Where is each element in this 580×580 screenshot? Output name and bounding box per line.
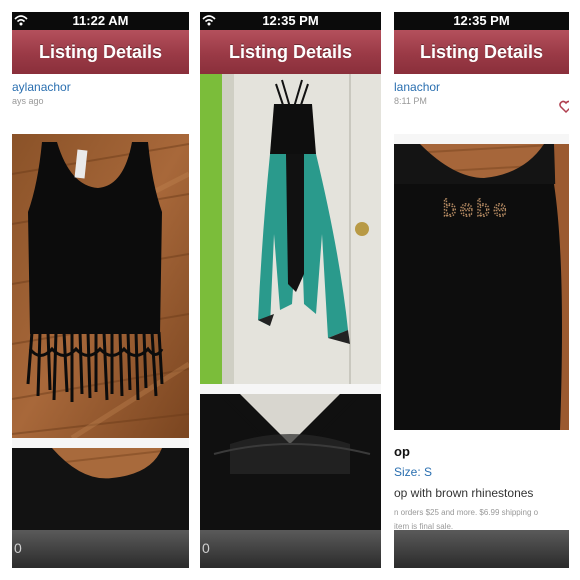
listing-photo-bebe-tank[interactable]: bebe <box>394 144 569 430</box>
seller-username-link[interactable]: aylanachor <box>12 80 71 94</box>
item-title: op <box>394 444 410 459</box>
bebe-rhinestone-tank-photo: bebe <box>394 144 569 430</box>
rhinestone-logo-text: bebe <box>443 197 510 222</box>
listing-info: op Size: S op with brown rhinestones n o… <box>394 430 569 531</box>
status-bar: 11:22 AM <box>12 12 189 30</box>
wifi-icon <box>202 15 216 26</box>
heart-icon[interactable] <box>559 100 569 114</box>
item-size: Size: S <box>394 465 433 479</box>
tab-bar: 0 <box>200 530 381 568</box>
listing-time: ays ago <box>12 96 44 106</box>
listing-photo-tank-back[interactable] <box>12 448 189 530</box>
status-time: 12:35 PM <box>262 13 319 28</box>
seller-row: aylanachor ays ago <box>12 74 189 134</box>
status-bar: 12:35 PM <box>394 12 569 30</box>
wifi-icon <box>14 15 28 26</box>
black-teal-high-low-dress-photo <box>200 74 381 384</box>
status-time: 12:35 PM <box>453 13 510 28</box>
seller-row: lanachor 8:11 PM <box>394 74 569 134</box>
status-bar: 12:35 PM <box>200 12 381 30</box>
tab-bar: 0 <box>12 530 189 568</box>
shipping-note: n orders $25 and more. $6.99 shipping o <box>394 508 539 517</box>
tab-bar <box>394 530 569 568</box>
screenshot-panel-2: 12:35 PM Listing Details 0 <box>200 12 381 568</box>
tab-bar-icon[interactable]: 0 <box>14 540 22 556</box>
screenshot-panel-3: 12:35 PM Listing Details lanachor 8:11 P… <box>394 12 569 568</box>
listing-photo-high-low-dress[interactable] <box>200 74 381 384</box>
nav-title: Listing Details <box>12 30 189 75</box>
strappy-back-detail-photo <box>200 394 381 530</box>
seller-username-link[interactable]: lanachor <box>394 80 440 94</box>
nav-title: Listing Details <box>394 30 569 75</box>
listing-photo-fringe-tank[interactable] <box>12 134 189 438</box>
black-fringe-tank-top-photo <box>12 134 189 438</box>
nav-title: Listing Details <box>200 30 381 75</box>
black-tank-back-photo <box>12 448 189 530</box>
tab-bar-icon[interactable]: 0 <box>202 540 210 556</box>
screenshot-panel-1: 11:22 AM Listing Details aylanachor ays … <box>12 12 189 568</box>
item-description: op with brown rhinestones <box>394 486 534 500</box>
listing-photo-strap-detail[interactable] <box>200 394 381 530</box>
status-time: 11:22 AM <box>72 13 129 28</box>
listing-time: 8:11 PM <box>394 96 427 106</box>
